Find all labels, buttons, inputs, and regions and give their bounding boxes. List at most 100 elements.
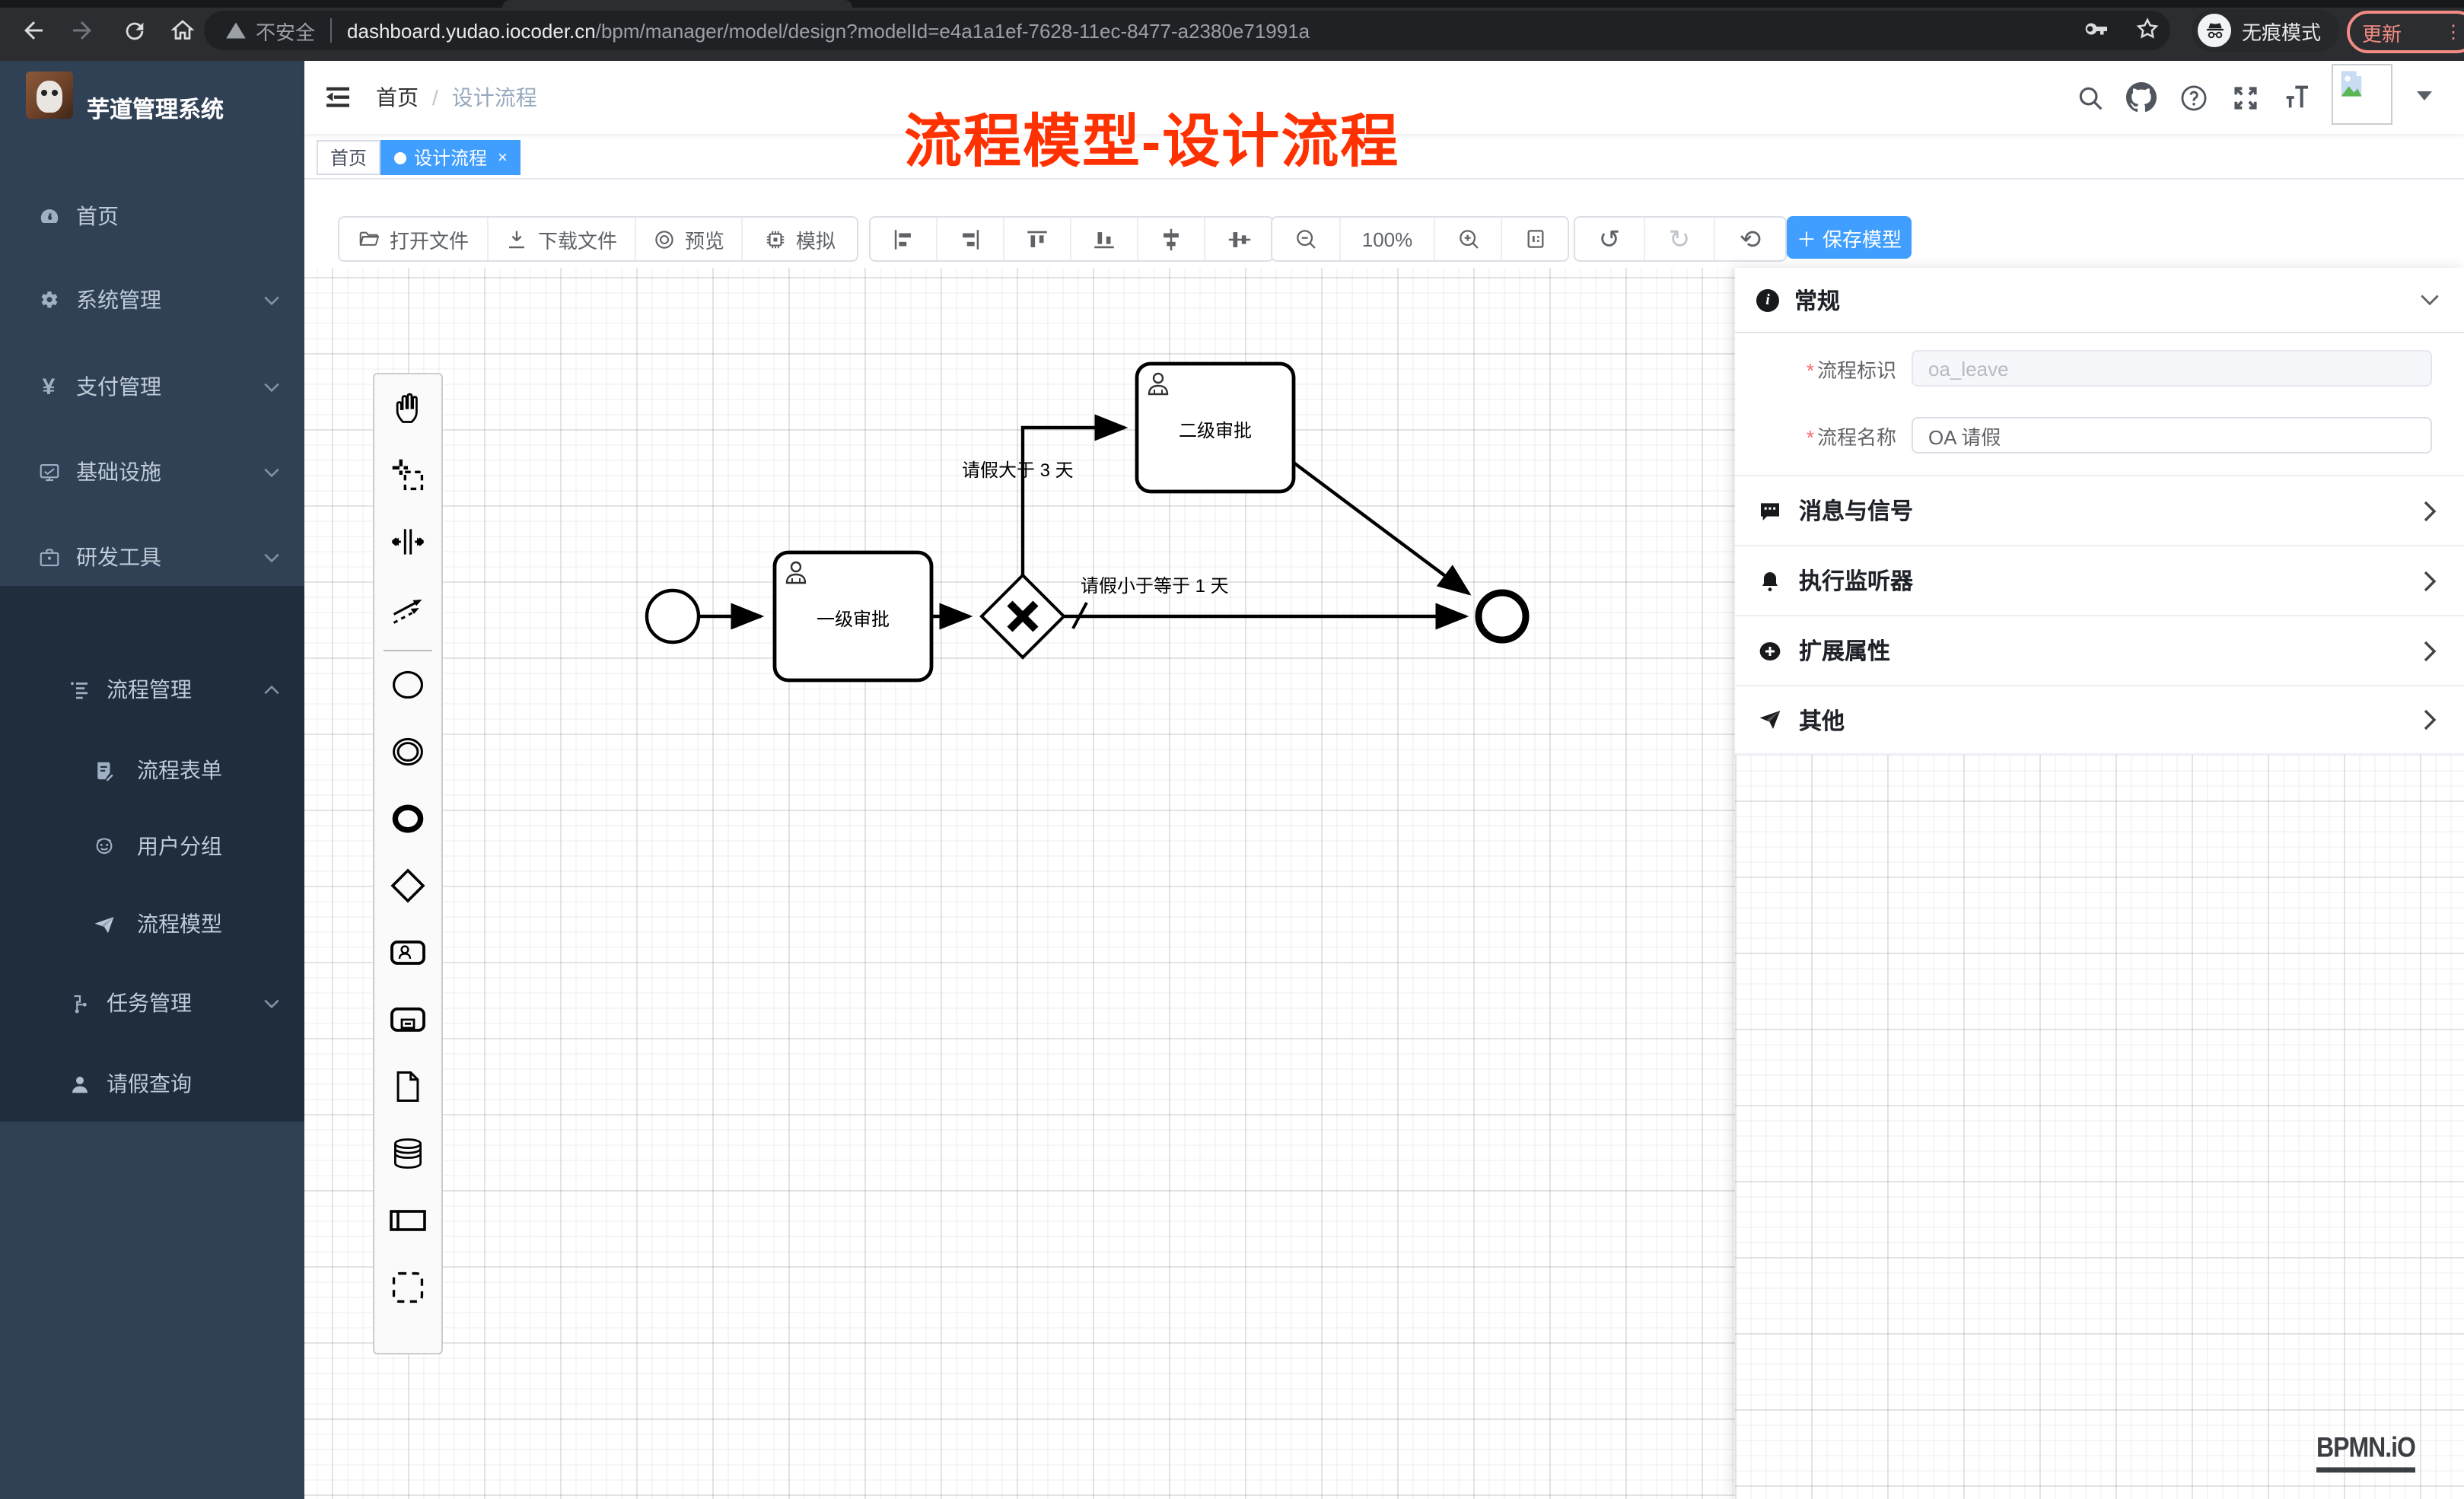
sidebar-item-dev-tools[interactable]: 研发工具 <box>0 519 304 595</box>
browser-active-tab[interactable] <box>502 0 852 8</box>
panel-section-listeners[interactable]: 执行监听器 <box>1735 545 2464 615</box>
bpmn-canvas[interactable]: 一级审批 二级审批 请假大于 3 天 请假小于等于 1 天 <box>304 268 1735 1499</box>
github-icon[interactable] <box>2125 81 2158 114</box>
redo-button[interactable]: ↻ <box>1645 218 1715 260</box>
browser-reload-button[interactable] <box>116 12 152 49</box>
align-left-button[interactable] <box>871 218 938 260</box>
browser-home-button[interactable] <box>164 12 201 49</box>
sidebar-item-payment[interactable]: ¥ 支付管理 <box>0 348 304 425</box>
end-event[interactable] <box>1479 593 1526 640</box>
process-name-input[interactable] <box>1912 417 2432 454</box>
align-center-vertical-button[interactable] <box>1205 218 1272 260</box>
create-intermediate-event[interactable] <box>374 718 441 785</box>
flow-task2-to-end[interactable] <box>1294 463 1469 594</box>
hand-tool[interactable] <box>374 374 441 441</box>
browser-update-button[interactable]: 更新 ⋮ <box>2347 11 2464 53</box>
incognito-label: 无痕模式 <box>2242 16 2321 45</box>
global-connect-tool[interactable] <box>374 575 441 642</box>
simulate-button[interactable]: 模拟 <box>743 218 857 260</box>
toolbar-history-group: ↺ ↻ ⟲ <box>1574 216 1787 262</box>
app-logo-avatar <box>26 72 73 119</box>
url-bar[interactable]: 不安全 dashboard.yudao.iocoder.cn/bpm/manag… <box>204 11 2170 50</box>
avatar-dropdown-caret-icon[interactable] <box>2417 91 2432 100</box>
font-size-icon[interactable] <box>2280 81 2313 114</box>
align-right-button[interactable] <box>938 218 1004 260</box>
toolbar-file-group: 打开文件 下载文件 预览 模拟 <box>338 216 858 262</box>
tab-home[interactable]: 首页 <box>317 140 380 175</box>
restart-button[interactable]: ⟲ <box>1715 218 1785 260</box>
align-top-button[interactable] <box>1004 218 1071 260</box>
sidebar-item-process-model[interactable]: 流程模型 <box>0 886 304 962</box>
sidebar-item-leave-query[interactable]: 请假查询 <box>0 1045 304 1122</box>
process-key-input[interactable] <box>1912 350 2432 387</box>
panel-general-header[interactable]: i 常规 <box>1735 268 2464 333</box>
header-search-icon[interactable] <box>2073 81 2106 114</box>
lasso-tool[interactable] <box>374 441 441 508</box>
close-tab-icon[interactable]: × <box>498 148 508 167</box>
sidebar: 芋道管理系统 首页 系统管理 ¥ 支付管理 基础设施 <box>0 61 304 1499</box>
zoom-out-button[interactable] <box>1272 218 1341 260</box>
gear-icon <box>37 288 61 312</box>
sidebar-item-user-group[interactable]: 用户分组 <box>0 808 304 884</box>
create-end-event[interactable] <box>374 785 441 852</box>
page-title: 流程模型-设计流程 <box>904 94 1399 178</box>
help-icon[interactable] <box>2176 81 2210 114</box>
panel-general-form: *流程标识 *流程名称 <box>1735 333 2464 475</box>
sidebar-item-task-management[interactable]: 任务管理 <box>0 965 304 1041</box>
bpmn-io-watermark[interactable]: BPMN.iO <box>2316 1434 2415 1473</box>
zoom-level[interactable]: 100% <box>1341 218 1435 260</box>
browser-forward-button[interactable] <box>64 12 100 49</box>
bpmn-palette <box>373 373 443 1354</box>
browser-tab-strip <box>0 0 2464 8</box>
undo-button[interactable]: ↺ <box>1575 218 1645 260</box>
password-key-icon[interactable] <box>2082 15 2109 50</box>
sidebar-item-home[interactable]: 首页 <box>0 178 304 254</box>
align-bottom-button[interactable] <box>1071 218 1138 260</box>
info-icon: i <box>1756 288 1779 311</box>
zoom-in-button[interactable] <box>1435 218 1502 260</box>
create-subprocess[interactable] <box>374 986 441 1053</box>
sidebar-item-process-form[interactable]: 流程表单 <box>0 732 304 808</box>
panel-section-other[interactable]: 其他 <box>1735 685 2464 755</box>
incognito-badge[interactable]: 无痕模式 <box>2192 9 2339 52</box>
breadcrumb-home[interactable]: 首页 <box>376 82 419 113</box>
sidebar-logo-row[interactable]: 芋道管理系统 <box>0 61 304 155</box>
start-event[interactable] <box>647 590 699 642</box>
sidebar-item-infrastructure[interactable]: 基础设施 <box>0 434 304 510</box>
sidebar-item-process-management[interactable]: 流程管理 <box>0 651 304 727</box>
panel-general-title: 常规 <box>1794 284 1840 316</box>
zoom-reset-button[interactable] <box>1502 218 1568 260</box>
bell-icon <box>1756 568 1782 594</box>
panel-section-extended-properties[interactable]: 扩展属性 <box>1735 615 2464 685</box>
sidebar-item-label: 流程模型 <box>137 909 304 939</box>
flow-gateway-to-task2[interactable] <box>1023 428 1125 575</box>
create-start-event[interactable] <box>374 651 441 718</box>
tab-design-process[interactable]: 设计流程 × <box>380 140 521 175</box>
bookmark-star-icon[interactable] <box>2134 15 2161 50</box>
create-data-store[interactable] <box>374 1120 441 1187</box>
user-avatar[interactable] <box>2332 64 2392 125</box>
breadcrumb: 首页 / 设计流程 <box>376 61 537 134</box>
sidebar-collapse-button[interactable] <box>323 82 353 113</box>
fullscreen-icon[interactable] <box>2228 81 2262 114</box>
space-tool[interactable] <box>374 508 441 575</box>
panel-section-messages[interactable]: 消息与信号 <box>1735 475 2464 545</box>
browser-back-button[interactable] <box>15 12 52 49</box>
download-file-button[interactable]: 下载文件 <box>489 218 636 260</box>
section-title: 其他 <box>1799 704 2423 736</box>
sidebar-item-label: 任务管理 <box>107 988 263 1018</box>
create-data-object[interactable] <box>374 1053 441 1120</box>
open-file-button[interactable]: 打开文件 <box>339 218 489 260</box>
browser-menu-dots-icon[interactable]: ⋮ <box>2444 21 2462 43</box>
not-secure-label: 不安全 <box>256 16 315 45</box>
redo-icon: ↻ <box>1669 226 1691 252</box>
create-user-task[interactable] <box>374 919 441 986</box>
preview-button[interactable]: 预览 <box>636 218 743 260</box>
tab-label: 设计流程 <box>414 145 487 170</box>
create-group[interactable] <box>374 1254 441 1321</box>
create-gateway[interactable] <box>374 852 441 919</box>
save-model-button[interactable]: ＋ 保存模型 <box>1787 216 1912 259</box>
create-participant[interactable] <box>374 1187 441 1254</box>
align-center-horizontal-button[interactable] <box>1138 218 1205 260</box>
sidebar-item-system[interactable]: 系统管理 <box>0 262 304 338</box>
